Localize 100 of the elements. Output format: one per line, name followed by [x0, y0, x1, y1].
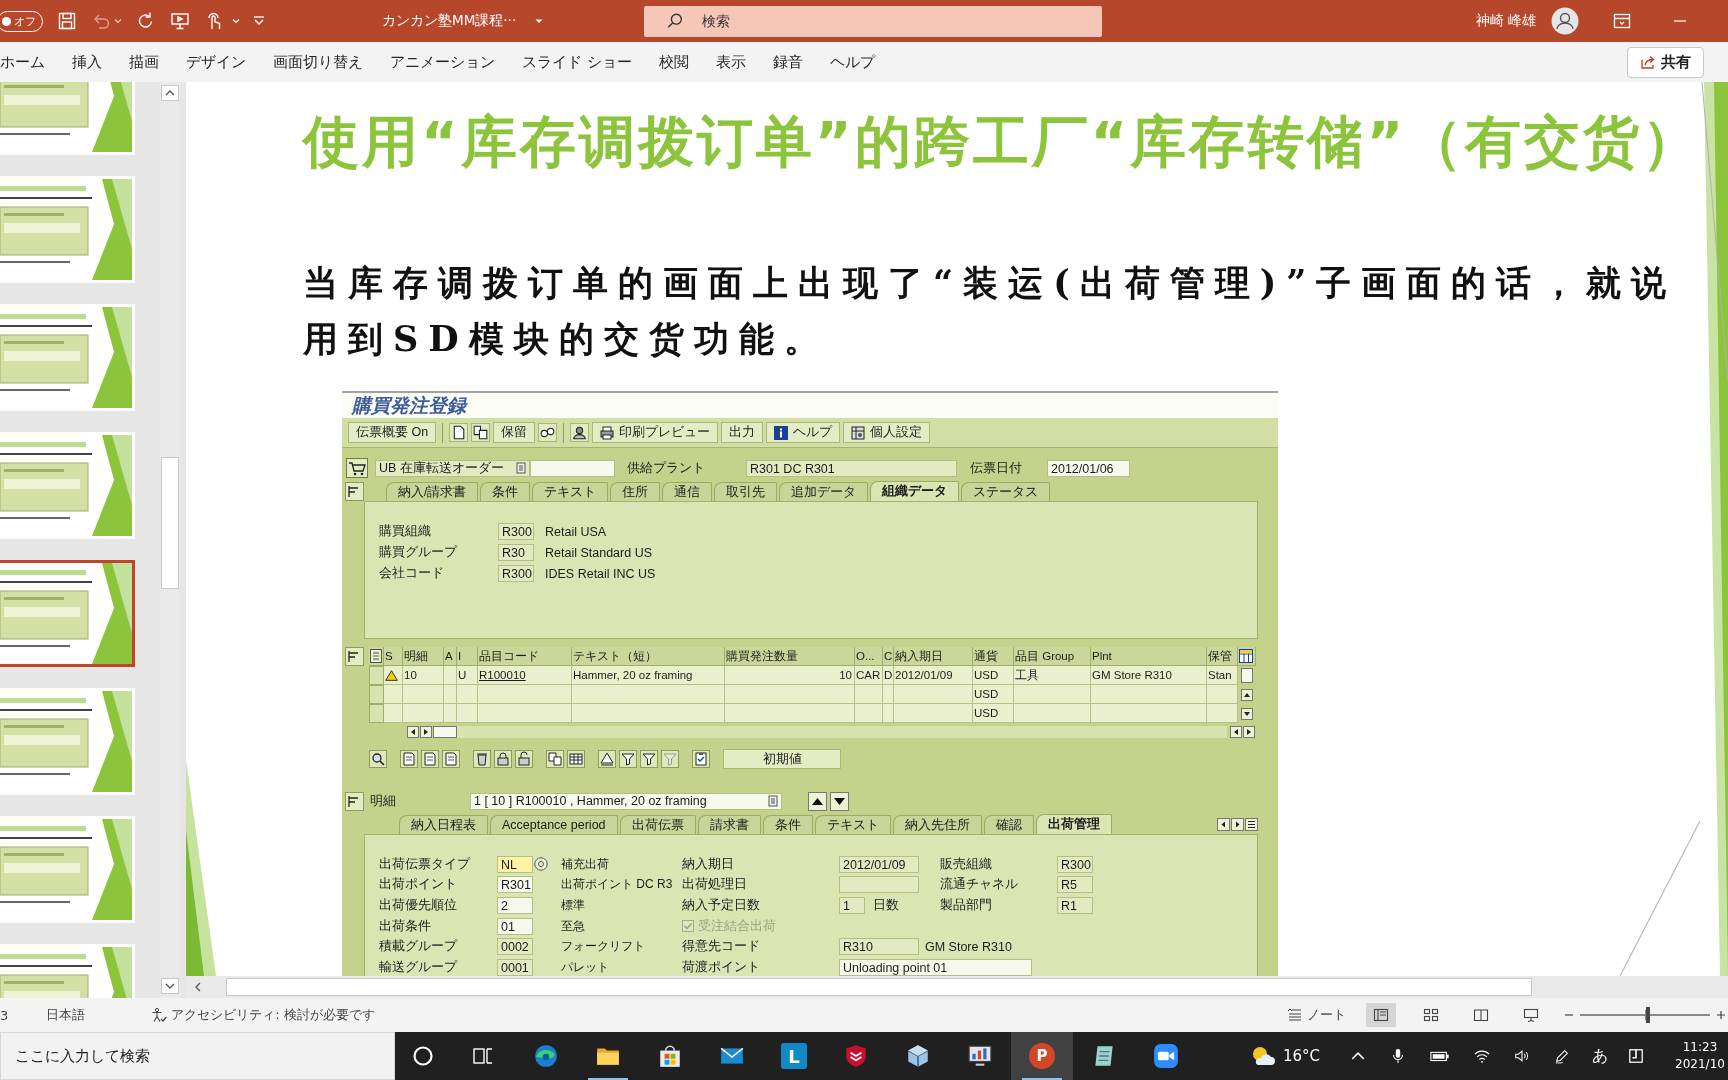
slide-thumbnail[interactable] — [0, 816, 135, 923]
toolbar-button[interactable]: 保留 — [493, 422, 536, 443]
avatar-icon[interactable] — [1551, 7, 1579, 35]
text-field[interactable]: R301 DC R301 — [746, 459, 957, 477]
tab[interactable]: 追加データ — [779, 482, 869, 501]
tab[interactable]: 納入先住所 — [892, 815, 982, 834]
document-icon[interactable] — [421, 750, 439, 768]
column-header[interactable]: 明細 — [403, 647, 444, 666]
tab[interactable]: 住所 — [610, 482, 661, 501]
temperature-label[interactable]: 16°C — [1283, 1047, 1321, 1065]
collapse-icon[interactable] — [345, 647, 364, 666]
search-icon[interactable] — [369, 750, 387, 768]
person-icon[interactable] — [570, 423, 590, 442]
column-header[interactable]: I — [457, 647, 478, 666]
document-icon[interactable] — [442, 750, 460, 768]
text-field[interactable]: 2012/01/06 — [1047, 459, 1130, 477]
text-field[interactable]: NL — [497, 855, 533, 873]
text-field[interactable]: 2012/01/09 — [839, 855, 919, 873]
toolbar-button[interactable]: 個人設定 — [843, 422, 931, 443]
column-header[interactable]: O... — [855, 647, 883, 666]
ribbon-tab[interactable]: アニメーション — [390, 42, 495, 82]
ribbon-tab[interactable]: スライド ショー — [522, 42, 632, 82]
tab[interactable]: 確認 — [983, 815, 1034, 834]
slide-thumbnail[interactable] — [0, 560, 135, 667]
tab[interactable]: 通信 — [662, 482, 713, 501]
pen-icon[interactable] — [1554, 1048, 1571, 1064]
caret-icon[interactable] — [114, 17, 122, 25]
ribbon-tab[interactable]: 校閲 — [658, 42, 689, 82]
ribbon-tab[interactable]: ホーム — [0, 42, 45, 82]
search-field[interactable]: 検索 — [644, 5, 1103, 37]
scrollbar-thumb[interactable] — [433, 725, 457, 738]
ribbon-tab[interactable]: 表示 — [715, 42, 746, 82]
slider-thumb[interactable] — [1645, 1007, 1650, 1023]
text-field[interactable]: R301 — [497, 876, 533, 894]
slide-thumbnail[interactable] — [0, 432, 135, 539]
tab[interactable]: テキスト — [532, 482, 609, 501]
taskbar-search-field[interactable]: ここに入力して検索 — [0, 1032, 395, 1080]
clipboard-icon[interactable] — [692, 750, 710, 768]
tab[interactable]: 条件 — [480, 482, 531, 501]
scroll-down-icon[interactable] — [1241, 707, 1253, 720]
tab[interactable]: 納入/請求書 — [386, 482, 479, 501]
text-field[interactable]: R5 — [1057, 876, 1093, 894]
notes-button[interactable]: ノート — [1287, 1006, 1346, 1024]
view-button[interactable] — [1366, 1003, 1396, 1027]
text-field[interactable]: R300 — [498, 523, 534, 540]
slide-thumbnail[interactable] — [0, 688, 135, 795]
ring-icon[interactable] — [412, 1045, 434, 1067]
ribbon-tab[interactable]: デザイン — [186, 42, 246, 82]
toolbar-button[interactable]: ヘルプ — [766, 422, 841, 443]
grid-icon[interactable] — [567, 750, 585, 768]
scroll-up-icon[interactable] — [1241, 688, 1253, 701]
tab[interactable]: 請求書 — [697, 815, 761, 834]
text-field[interactable]: 0001 — [497, 958, 533, 976]
scroll-down-icon[interactable] — [161, 978, 179, 994]
tab[interactable]: 納入日程表 — [399, 815, 488, 834]
copy-icon[interactable] — [546, 750, 564, 768]
column-header[interactable]: S — [384, 647, 403, 666]
lock-icon[interactable] — [494, 750, 512, 768]
scroll-right-icon[interactable] — [1231, 817, 1244, 831]
grid-icon[interactable] — [1239, 649, 1253, 663]
text-field[interactable]: R1 — [1057, 897, 1093, 914]
column-header[interactable]: 購買発注数量 — [725, 647, 855, 666]
text-field[interactable]: 01 — [497, 917, 533, 935]
collapse-icon[interactable] — [345, 482, 364, 501]
dropdown-field[interactable]: UB 在庫転送オーダー — [375, 459, 530, 477]
screen-icon[interactable] — [170, 11, 190, 31]
filter-icon[interactable] — [640, 750, 658, 768]
slide-thumbnail[interactable] — [0, 304, 135, 411]
clock-time[interactable]: 11:23 — [1682, 1039, 1718, 1056]
scrollbar-thumb[interactable] — [161, 457, 179, 589]
text-field[interactable]: 1 — [839, 897, 865, 914]
tab[interactable]: 組織データ — [870, 481, 960, 501]
language-label[interactable]: 日本語 — [46, 1006, 86, 1024]
text-field[interactable]: Unloading point 01 — [839, 958, 1032, 976]
collapse-icon[interactable] — [345, 791, 364, 811]
trash-icon[interactable] — [473, 750, 491, 768]
copy-icon[interactable] — [471, 423, 491, 442]
scroll-up-icon[interactable] — [161, 85, 179, 101]
document-icon[interactable] — [400, 750, 418, 768]
notification-icon[interactable] — [1628, 1048, 1645, 1064]
ribbon-tab[interactable]: 描画 — [129, 42, 159, 82]
tab[interactable]: 条件 — [762, 815, 813, 834]
text-field[interactable]: 2 — [497, 897, 533, 914]
scroll-right-icon[interactable] — [420, 725, 432, 738]
unlock-icon[interactable] — [515, 750, 533, 768]
taskbar-button[interactable]: L — [763, 1032, 825, 1080]
scroll-left-icon[interactable] — [1230, 725, 1242, 738]
ribbon-tab[interactable]: 画面切り替え — [273, 42, 363, 82]
tab[interactable]: Acceptance period — [490, 815, 618, 834]
text-field[interactable]: R310 — [839, 938, 919, 956]
column-header[interactable]: 通貨 — [973, 647, 1014, 666]
filter-icon[interactable] — [619, 750, 637, 768]
zoom-in-icon[interactable] — [1716, 1010, 1726, 1020]
document-icon[interactable] — [449, 423, 469, 442]
column-header[interactable]: 保管 — [1207, 647, 1238, 666]
text-field[interactable]: R300 — [498, 565, 534, 582]
column-header[interactable]: Plnt — [1091, 647, 1207, 666]
text-field[interactable] — [839, 876, 919, 894]
tab[interactable]: テキスト — [814, 815, 891, 834]
initial-value-button[interactable]: 初期値 — [723, 749, 841, 769]
